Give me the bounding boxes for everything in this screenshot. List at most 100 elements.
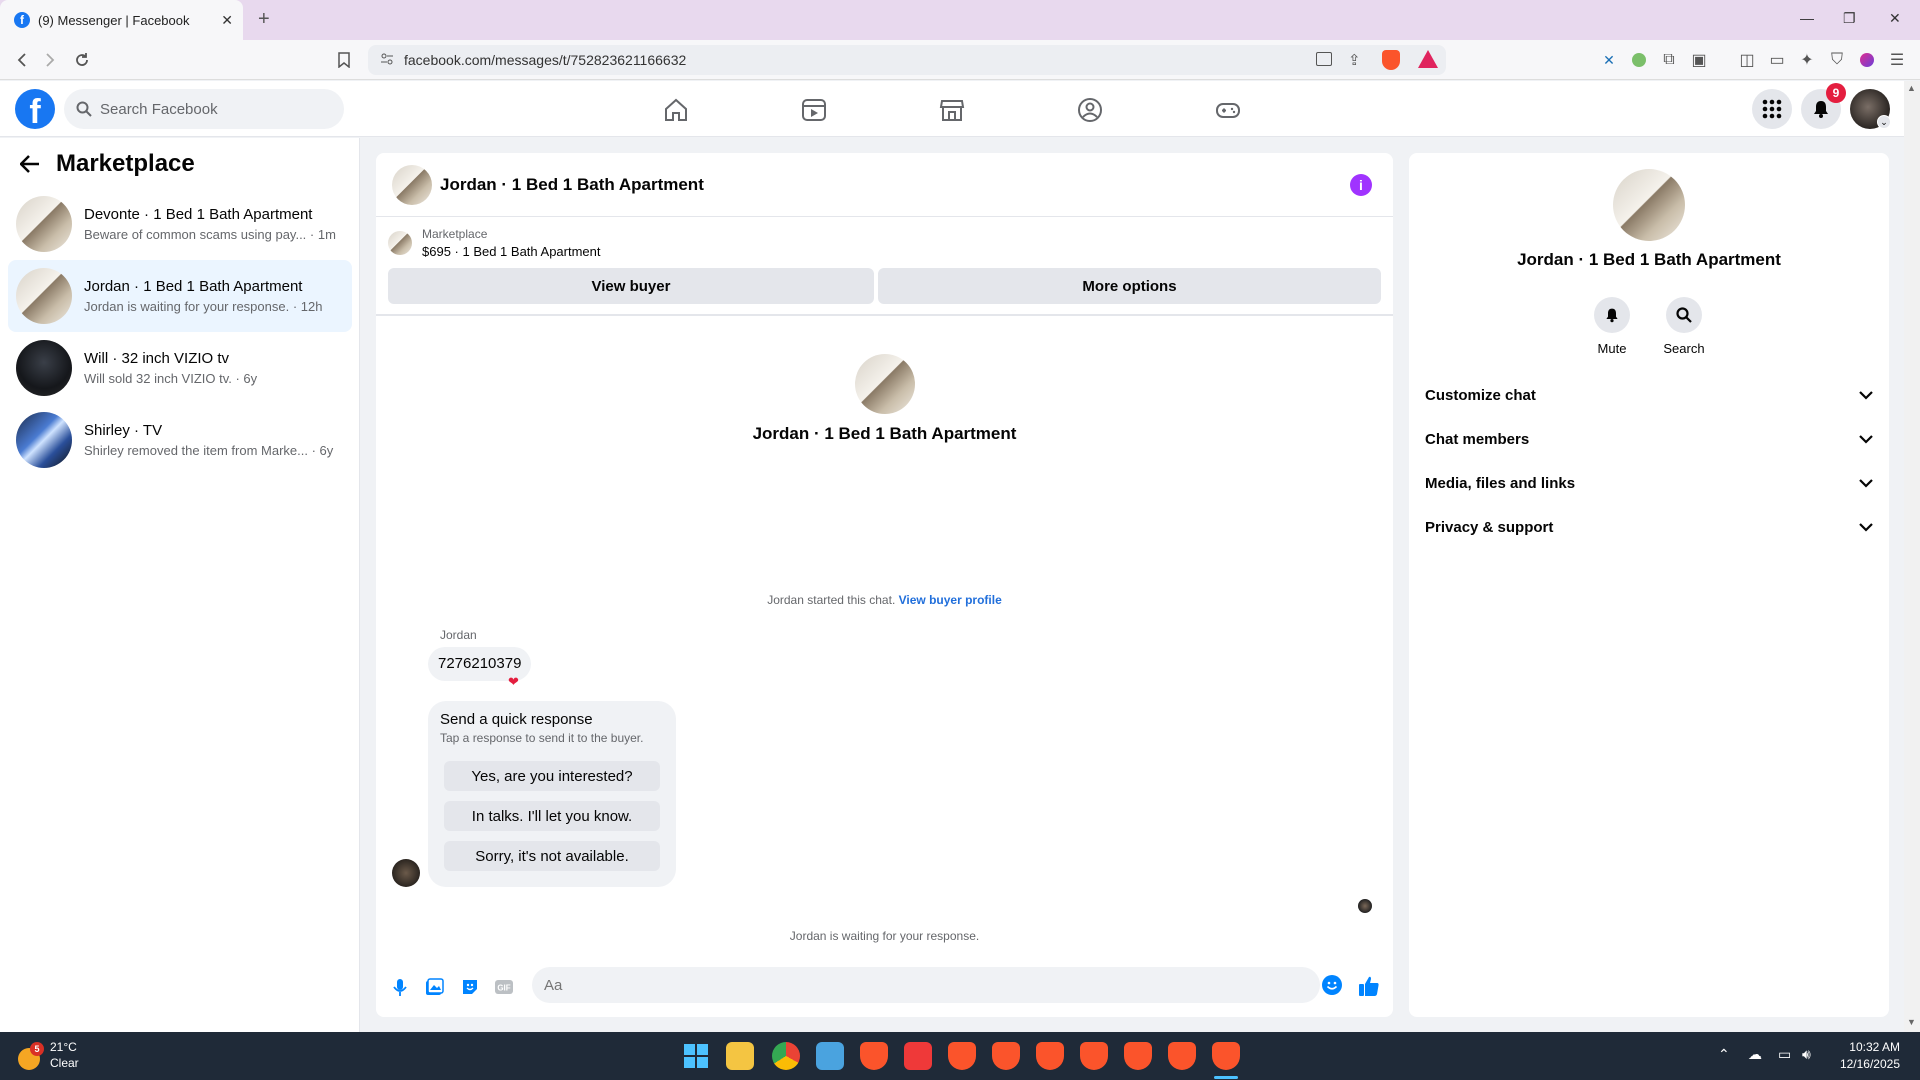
network-icon[interactable]: ▭ xyxy=(1778,1046,1791,1063)
view-buyer-profile-link[interactable]: View buyer profile xyxy=(899,593,1002,607)
extensions-puzzle-icon[interactable]: ⧉ xyxy=(1659,50,1679,70)
search-button[interactable] xyxy=(1666,297,1702,333)
heart-reaction-icon[interactable]: ❤ xyxy=(508,674,519,690)
conversation-item[interactable]: Will · 32 inch VIZIO tv Will sold 32 inc… xyxy=(8,332,352,404)
mute-button[interactable] xyxy=(1594,297,1630,333)
windows-start-icon[interactable] xyxy=(682,1042,710,1070)
brave-app-icon[interactable] xyxy=(1036,1042,1064,1070)
view-buyer-button[interactable]: View buyer xyxy=(388,268,874,304)
emoji-icon[interactable] xyxy=(1322,975,1342,995)
chat-intro-avatar xyxy=(854,354,915,414)
quick-response-subtitle: Tap a response to send it to the buyer. xyxy=(440,731,644,745)
menu-grid-button[interactable] xyxy=(1752,89,1792,129)
back-arrow-icon[interactable] xyxy=(20,155,40,173)
volume-icon[interactable]: 🔊︎ xyxy=(1802,1046,1811,1063)
extension-icon[interactable]: ✕ xyxy=(1599,50,1619,70)
home-icon[interactable] xyxy=(663,97,691,125)
back-icon[interactable] xyxy=(12,50,32,70)
gif-icon[interactable]: GIF xyxy=(494,977,514,997)
details-avatar[interactable] xyxy=(1613,169,1685,241)
clock-date[interactable]: 12/16/2025 xyxy=(1830,1057,1900,1071)
conversation-item-active[interactable]: Jordan · 1 Bed 1 Bath Apartment Jordan i… xyxy=(8,260,352,332)
chat-intro: Jordan · 1 Bed 1 Bath Apartment xyxy=(376,354,1393,444)
minimize-icon[interactable]: — xyxy=(1800,10,1814,26)
extension-green-icon[interactable] xyxy=(1629,50,1649,70)
mute-action[interactable]: Mute xyxy=(1582,297,1642,356)
forward-icon[interactable] xyxy=(40,50,60,70)
brave-shields-icon[interactable] xyxy=(1382,50,1400,70)
quick-response-button[interactable]: In talks. I'll let you know. xyxy=(444,801,660,831)
chat-avatar[interactable] xyxy=(392,165,432,205)
facebook-logo-icon[interactable]: f xyxy=(15,89,55,129)
brave-app-icon[interactable] xyxy=(948,1042,976,1070)
clock-time[interactable]: 10:32 AM xyxy=(1838,1040,1900,1054)
reload-icon[interactable] xyxy=(72,50,92,70)
panel-header: Marketplace xyxy=(20,150,195,178)
sidebar-toggle-icon[interactable]: ◫ xyxy=(1737,50,1757,70)
profile-color-icon[interactable] xyxy=(1857,50,1877,70)
onedrive-icon[interactable]: ☁ xyxy=(1748,1046,1762,1063)
brave-app-icon[interactable] xyxy=(860,1042,888,1070)
chrome-icon[interactable] xyxy=(772,1042,800,1070)
chat-members-section[interactable]: Chat members xyxy=(1425,417,1873,461)
browser-tab[interactable]: f (9) Messenger | Facebook ✕ xyxy=(0,0,243,40)
conversation-name: Devonte · 1 Bed 1 Bath Apartment xyxy=(84,206,313,223)
notepad-icon[interactable] xyxy=(816,1042,844,1070)
video-icon[interactable] xyxy=(801,97,829,125)
customize-chat-section[interactable]: Customize chat xyxy=(1425,373,1873,417)
conversation-item[interactable]: Devonte · 1 Bed 1 Bath Apartment Beware … xyxy=(8,188,352,260)
scroll-up-icon[interactable]: ▲ xyxy=(1907,83,1916,93)
brave-app-icon[interactable] xyxy=(992,1042,1020,1070)
info-icon[interactable]: i xyxy=(1350,174,1372,196)
sticker-icon[interactable] xyxy=(460,977,480,997)
chevron-down-icon xyxy=(1859,478,1873,488)
brave-app-icon[interactable] xyxy=(1124,1042,1152,1070)
photo-icon[interactable] xyxy=(424,977,444,997)
search-facebook-input[interactable]: Search Facebook xyxy=(64,89,344,129)
wallet-icon[interactable]: ▭ xyxy=(1767,50,1787,70)
gaming-icon[interactable] xyxy=(1215,97,1243,125)
restore-icon[interactable]: ❐ xyxy=(1843,10,1856,27)
search-icon xyxy=(1676,307,1692,323)
search-action[interactable]: Search xyxy=(1654,297,1714,356)
chat-title[interactable]: Jordan · 1 Bed 1 Bath Apartment xyxy=(440,175,704,195)
address-bar[interactable]: facebook.com/messages/t/752823621166632 … xyxy=(368,45,1446,75)
brave-app-icon[interactable] xyxy=(1080,1042,1108,1070)
tray-overflow-icon[interactable]: ⌃ xyxy=(1718,1046,1730,1063)
weather-widget[interactable]: 5 xyxy=(16,1042,44,1070)
vpn-icon[interactable]: ⛉ xyxy=(1827,50,1847,70)
media-files-links-section[interactable]: Media, files and links xyxy=(1425,461,1873,505)
leo-ai-icon[interactable]: ✦ xyxy=(1797,50,1817,70)
chevron-down-icon[interactable]: ⌄ xyxy=(1877,115,1891,129)
quick-response-button[interactable]: Sorry, it's not available. xyxy=(444,841,660,871)
vivaldi-icon[interactable] xyxy=(904,1042,932,1070)
microphone-icon[interactable] xyxy=(390,977,410,997)
bookmark-icon[interactable] xyxy=(334,50,354,70)
tab-search-icon[interactable]: ▣ xyxy=(1689,50,1709,70)
site-settings-icon[interactable] xyxy=(380,52,394,66)
listing-summary[interactable]: Marketplace $695 · 1 Bed 1 Bath Apartmen… xyxy=(388,227,601,259)
conversation-name: Will · 32 inch VIZIO tv xyxy=(84,350,230,367)
brave-app-icon[interactable] xyxy=(1168,1042,1196,1070)
marketplace-icon[interactable] xyxy=(939,97,967,125)
quick-response-button[interactable]: Yes, are you interested? xyxy=(444,761,660,791)
close-window-icon[interactable]: ✕ xyxy=(1889,10,1901,27)
share-icon[interactable]: ⇪ xyxy=(1348,51,1361,69)
scroll-down-icon[interactable]: ▼ xyxy=(1907,1017,1916,1027)
panel-title: Marketplace xyxy=(56,150,195,177)
brave-rewards-icon[interactable] xyxy=(1418,50,1438,68)
menu-icon[interactable]: ☰ xyxy=(1887,50,1907,70)
close-tab-icon[interactable]: ✕ xyxy=(221,12,233,29)
like-thumbs-up-icon[interactable] xyxy=(1358,975,1379,996)
groups-icon[interactable] xyxy=(1077,97,1105,125)
brave-app-icon-active[interactable] xyxy=(1212,1042,1240,1070)
privacy-support-section[interactable]: Privacy & support xyxy=(1425,505,1873,549)
page-scrollbar[interactable]: ▲ ▼ xyxy=(1904,81,1920,1032)
message-input[interactable] xyxy=(532,967,1320,1003)
cast-icon[interactable] xyxy=(1316,52,1332,66)
new-tab-icon[interactable]: + xyxy=(258,8,270,31)
file-explorer-icon[interactable] xyxy=(726,1042,754,1070)
windows-taskbar: 5 21°C Clear ⌃ ☁ ▭ 🔊︎ 10:32 AM 12/16/202… xyxy=(0,1032,1920,1080)
conversation-item[interactable]: Shirley · TV Shirley removed the item fr… xyxy=(8,404,352,476)
more-options-button[interactable]: More options xyxy=(878,268,1381,304)
